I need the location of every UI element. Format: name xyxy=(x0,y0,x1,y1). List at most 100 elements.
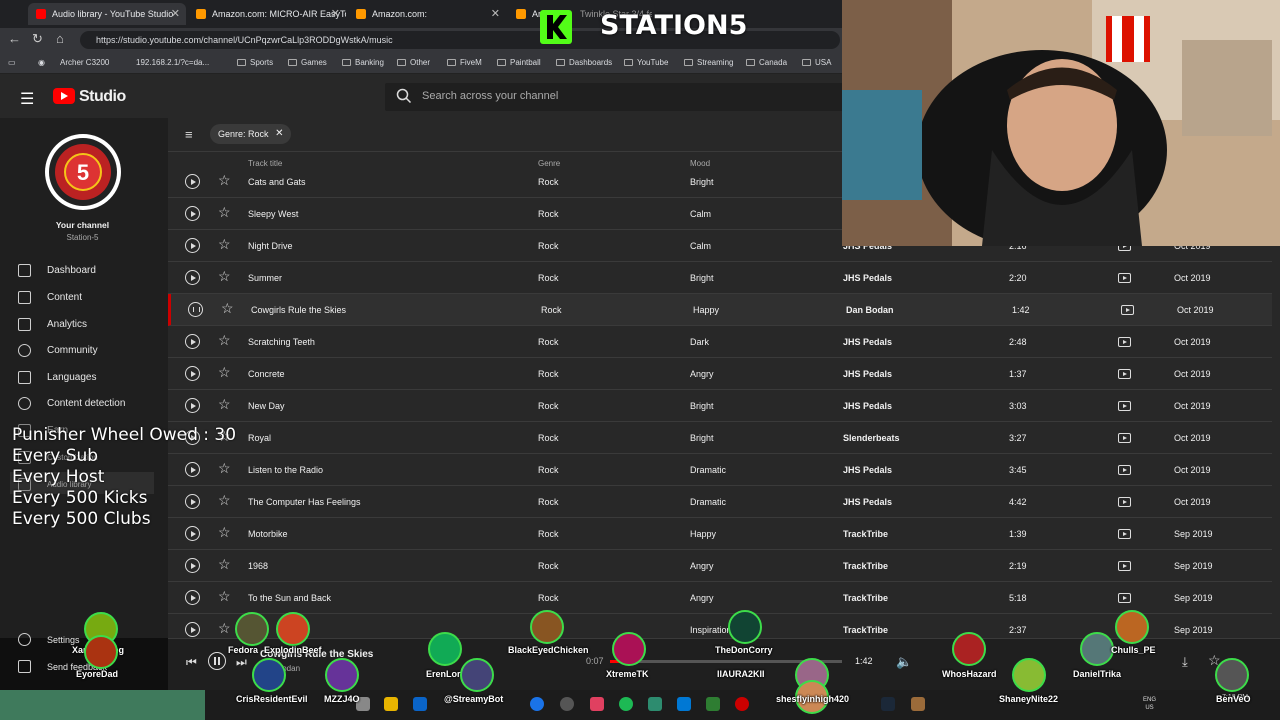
tab-audio-library[interactable]: Audio library - YouTube Studio ✕ xyxy=(28,3,186,25)
sidebar-item-dashboard[interactable]: Dashboard xyxy=(18,264,96,277)
play-icon[interactable] xyxy=(185,334,200,349)
bookmark-archer[interactable]: Archer C3200 xyxy=(60,58,109,67)
star-icon[interactable]: ☆ xyxy=(218,524,231,541)
play-icon[interactable] xyxy=(185,398,200,413)
obs-icon[interactable] xyxy=(560,697,574,711)
star-icon[interactable]: ☆ xyxy=(218,268,231,285)
youtube-icon[interactable] xyxy=(1118,401,1131,411)
table-row[interactable]: ☆ Scratching Teeth Rock Dark JHS Pedals 2:48 O… xyxy=(168,326,1272,358)
star-icon[interactable]: ☆ xyxy=(218,364,231,381)
sidebar-item-analytics[interactable]: Analytics xyxy=(18,318,87,331)
star-icon[interactable]: ☆ xyxy=(218,204,231,221)
track-artist[interactable]: JHS Pedals xyxy=(843,497,892,507)
track-artist[interactable]: Dan Bodan xyxy=(846,305,894,315)
star-icon[interactable]: ☆ xyxy=(221,300,234,317)
pause-button[interactable] xyxy=(208,652,226,670)
bookmark-other[interactable]: Other xyxy=(397,58,430,67)
sidebar-item-content[interactable]: Content xyxy=(18,291,82,304)
youtube-icon[interactable] xyxy=(1118,337,1131,347)
menu-icon[interactable]: ☰ xyxy=(20,89,34,109)
sidebar-item-community[interactable]: Community xyxy=(18,344,98,357)
star-icon[interactable]: ☆ xyxy=(218,396,231,413)
close-icon[interactable]: ✕ xyxy=(331,7,340,20)
star-icon[interactable]: ☆ xyxy=(218,236,231,253)
table-row[interactable]: ☆ Motorbike Rock Happy TrackTribe 1:39 Sep 201… xyxy=(168,518,1272,550)
back-icon[interactable]: ← xyxy=(8,31,21,46)
language-indicator[interactable]: ENG US xyxy=(1143,696,1156,712)
sidebar-item-settings[interactable]: Settings xyxy=(18,633,80,646)
play-icon[interactable] xyxy=(185,206,200,221)
table-row[interactable]: ☆ Summer Rock Bright JHS Pedals 2:20 Oct 2019 xyxy=(168,262,1272,294)
star-icon[interactable]: ☆ xyxy=(218,460,231,477)
star-icon[interactable]: ☆ xyxy=(218,172,231,189)
track-artist[interactable]: JHS Pedals xyxy=(843,401,892,411)
star-icon[interactable]: ☆ xyxy=(218,492,231,509)
studio-logo[interactable]: Studio xyxy=(79,88,126,106)
star-icon[interactable]: ☆ xyxy=(218,332,231,349)
sidebar-item-languages[interactable]: Languages xyxy=(18,371,97,384)
previous-track-icon[interactable]: ⏮ xyxy=(186,655,197,670)
store-icon[interactable] xyxy=(413,697,427,711)
youtube-icon[interactable] xyxy=(1118,465,1131,475)
pause-icon[interactable] xyxy=(188,302,203,317)
track-title[interactable]: New Day xyxy=(248,401,285,411)
spotify-icon[interactable] xyxy=(619,697,633,711)
youtube-logo-icon[interactable] xyxy=(53,88,75,104)
track-title[interactable]: To the Sun and Back xyxy=(248,593,331,603)
bookmark-dashboards[interactable]: Dashboards xyxy=(556,58,612,67)
app-icon[interactable] xyxy=(735,697,749,711)
track-title[interactable]: Motorbike xyxy=(248,529,288,539)
track-artist[interactable]: TrackTribe xyxy=(843,593,888,603)
star-icon[interactable]: ☆ xyxy=(218,556,231,573)
play-icon[interactable] xyxy=(185,494,200,509)
play-icon[interactable] xyxy=(185,174,200,189)
channel-avatar[interactable]: 5 xyxy=(45,134,121,210)
table-row[interactable]: ☆ Listen to the Radio Rock Dramatic JHS Peda… xyxy=(168,454,1272,486)
play-icon[interactable] xyxy=(185,366,200,381)
play-icon[interactable] xyxy=(185,558,200,573)
reload-icon[interactable]: ↻ xyxy=(32,31,43,47)
youtube-icon[interactable] xyxy=(1118,497,1131,507)
close-icon[interactable]: ✕ xyxy=(275,128,283,139)
track-artist[interactable]: JHS Pedals xyxy=(843,337,892,347)
track-title[interactable]: The Computer Has Feelings xyxy=(248,497,361,507)
app-icon[interactable] xyxy=(911,697,925,711)
tab-amazon-1[interactable]: Amazon.com: MICRO-AIR EasyTouch✕ xyxy=(188,3,346,25)
track-title[interactable]: Royal xyxy=(248,433,271,443)
bookmark-youtube[interactable]: YouTube xyxy=(624,58,668,67)
table-row[interactable]: ☆ To the Sun and Back Rock Angry TrackTribe 5… xyxy=(168,582,1272,614)
sidebar-item-content-detection[interactable]: Content detection xyxy=(18,397,125,410)
track-title[interactable]: Listen to the Radio xyxy=(248,465,323,475)
track-artist[interactable]: TrackTribe xyxy=(843,561,888,571)
play-icon[interactable] xyxy=(185,462,200,477)
track-title[interactable]: Concrete xyxy=(248,369,285,379)
close-icon[interactable]: ✕ xyxy=(491,7,500,20)
track-artist[interactable]: JHS Pedals xyxy=(843,273,892,283)
next-track-icon[interactable]: ⏭ xyxy=(236,655,247,670)
bookmark-paintball[interactable]: Paintball xyxy=(497,58,541,67)
play-icon[interactable] xyxy=(185,622,200,637)
table-row[interactable]: ☆ New Day Rock Bright JHS Pedals 3:03 Oct 2019 xyxy=(168,390,1272,422)
track-title[interactable]: Cats and Gats xyxy=(248,177,306,187)
app-icon[interactable] xyxy=(590,697,604,711)
table-row[interactable]: ☆ 1968 Rock Angry TrackTribe 2:19 Sep 2019 xyxy=(168,550,1272,582)
bookmark-router[interactable]: 192.168.2.1/?c=da... xyxy=(136,58,209,67)
home-icon[interactable]: ⌂ xyxy=(56,31,64,46)
youtube-icon[interactable] xyxy=(1118,529,1131,539)
track-artist[interactable]: TrackTribe xyxy=(843,529,888,539)
steam-icon[interactable] xyxy=(881,697,895,711)
bookmark-canada[interactable]: Canada xyxy=(746,58,787,67)
play-icon[interactable] xyxy=(185,526,200,541)
play-icon[interactable] xyxy=(185,270,200,285)
track-title[interactable]: Night Drive xyxy=(248,241,293,251)
app-icon[interactable] xyxy=(677,697,691,711)
table-row[interactable]: ☆ Cowgirls Rule the Skies Rock Happy Dan Bod… xyxy=(168,294,1272,326)
track-title[interactable]: Sleepy West xyxy=(248,209,298,219)
bookmark-icon[interactable]: ▭ xyxy=(8,58,16,67)
track-artist[interactable]: Slenderbeats xyxy=(843,433,900,443)
table-row[interactable]: ☆ Concrete Rock Angry JHS Pedals 1:37 Oct 2019 xyxy=(168,358,1272,390)
genre-filter-chip[interactable]: Genre: Rock ✕ xyxy=(210,124,291,144)
youtube-icon[interactable] xyxy=(1118,273,1131,283)
youtube-icon[interactable] xyxy=(1118,561,1131,571)
filter-icon[interactable]: ≡ xyxy=(185,127,193,142)
